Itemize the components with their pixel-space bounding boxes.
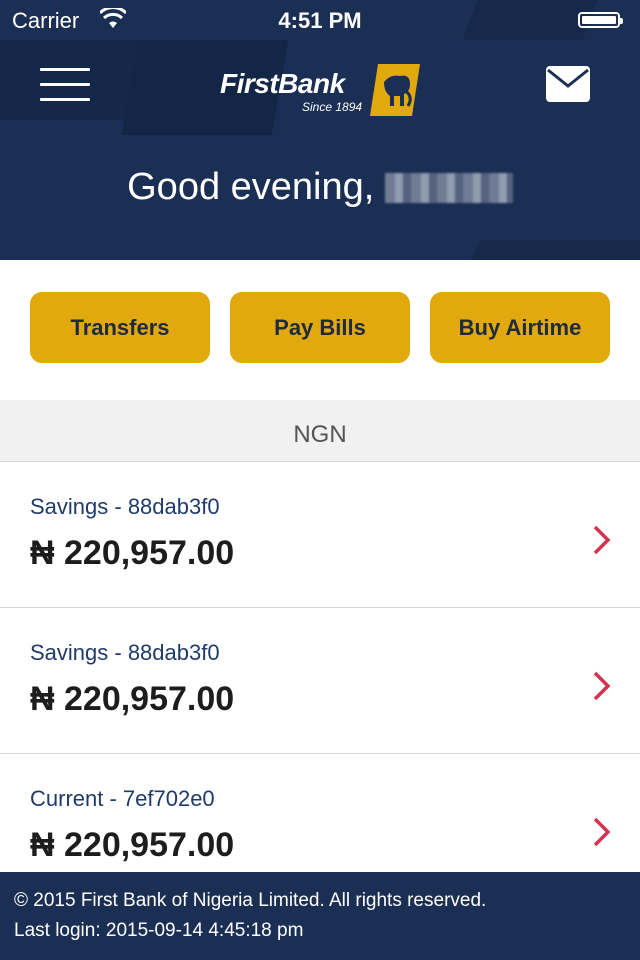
footer: © 2015 First Bank of Nigeria Limited. Al… <box>0 872 640 960</box>
account-label: Savings - 88dab3f0 <box>30 494 220 519</box>
chevron-right-icon <box>593 817 611 847</box>
header-decoration <box>458 240 640 260</box>
buy-airtime-button[interactable]: Buy Airtime <box>430 292 610 363</box>
firstbank-logo: FirstBank Since 1894 <box>220 62 430 118</box>
logo-since: Since 1894 <box>302 100 363 114</box>
hamburger-line <box>40 98 90 101</box>
battery-icon <box>578 12 623 28</box>
greeting-text: Good evening, <box>127 166 375 208</box>
redacted-username <box>384 173 513 203</box>
last-login-text: Last login: 2015-09-14 4:45:18 pm <box>14 920 304 941</box>
account-row[interactable]: Savings - 88dab3f0 ₦ 220,957.00 <box>0 462 640 608</box>
account-balance: ₦ 220,957.00 <box>30 826 235 864</box>
greeting: Good evening, <box>0 166 640 209</box>
envelope-icon[interactable] <box>546 66 590 102</box>
status-bar: Carrier 4:51 PM <box>0 0 640 40</box>
account-label: Current - 7ef702e0 <box>30 786 215 811</box>
account-label: Savings - 88dab3f0 <box>30 640 220 665</box>
elephant-logo-icon <box>370 64 420 116</box>
account-list: Savings - 88dab3f0 ₦ 220,957.00 Savings … <box>0 462 640 900</box>
account-balance: ₦ 220,957.00 <box>30 534 235 572</box>
chevron-right-icon <box>593 525 611 555</box>
status-time: 4:51 PM <box>278 8 362 33</box>
pay-bills-button[interactable]: Pay Bills <box>230 292 410 363</box>
logo-name: FirstBank <box>220 68 345 99</box>
chevron-right-icon <box>593 671 611 701</box>
header: Carrier 4:51 PM FirstBank Since 1894 Goo… <box>0 0 640 260</box>
quick-actions: Transfers Pay Bills Buy Airtime <box>0 260 640 400</box>
transfers-button[interactable]: Transfers <box>30 292 210 363</box>
menu-button[interactable] <box>40 68 90 102</box>
hamburger-menu-icon <box>40 68 90 71</box>
account-balance: ₦ 220,957.00 <box>30 680 235 718</box>
hamburger-line <box>40 83 90 86</box>
currency-header: NGN <box>0 400 640 462</box>
account-row[interactable]: Savings - 88dab3f0 ₦ 220,957.00 <box>0 608 640 754</box>
copyright-text: © 2015 First Bank of Nigeria Limited. Al… <box>14 890 487 911</box>
